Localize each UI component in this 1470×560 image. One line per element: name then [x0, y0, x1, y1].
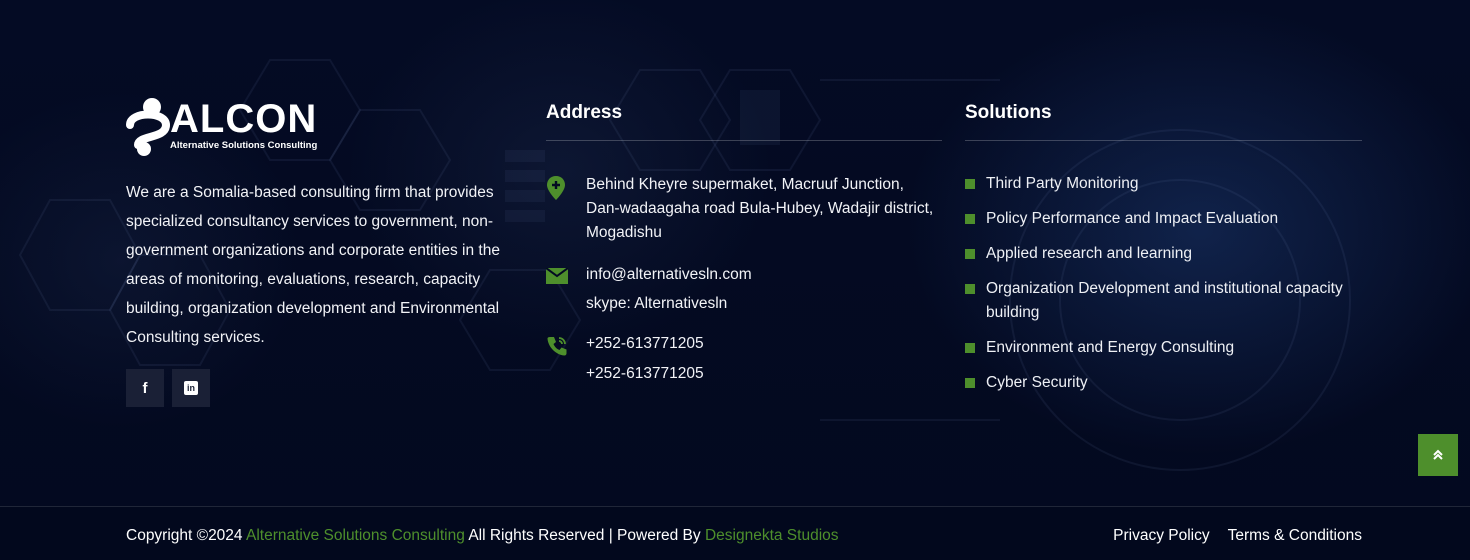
skype-id: skype: Alternativesln — [586, 295, 728, 312]
solution-link[interactable]: Environment and Energy Consulting — [986, 336, 1234, 360]
phone-link-1[interactable]: +252-613771205 — [586, 329, 704, 359]
envelope-icon — [545, 260, 586, 318]
bullet-square-icon — [965, 179, 975, 189]
bullet-square-icon — [965, 284, 975, 294]
solution-link[interactable]: Policy Performance and Impact Evaluation — [986, 207, 1278, 231]
linkedin-icon: in — [184, 381, 198, 395]
list-item: Environment and Energy Consulting — [965, 336, 1365, 360]
legal-links: Privacy Policy Terms & Conditions — [1113, 527, 1362, 545]
privacy-policy-link[interactable]: Privacy Policy — [1113, 527, 1209, 545]
facebook-button[interactable]: f — [126, 369, 164, 407]
address-heading: Address — [546, 102, 623, 123]
solutions-divider — [965, 140, 1362, 141]
rights-text: All Rights Reserved | Powered By — [468, 527, 701, 544]
list-item: Third Party Monitoring — [965, 172, 1365, 196]
logo-subtitle: Alternative Solutions Consulting — [170, 140, 318, 151]
solutions-list: Third Party Monitoring Policy Performanc… — [965, 172, 1365, 406]
terms-conditions-link[interactable]: Terms & Conditions — [1228, 527, 1362, 545]
address-email: info@alternativesln.com skype: Alternati… — [545, 260, 752, 318]
about-text: We are a Somalia-based consulting firm t… — [126, 184, 500, 346]
phone-link-2[interactable]: +252-613771205 — [586, 359, 704, 389]
footer-bottom-bar: Copyright ©2024 Alternative Solutions Co… — [0, 506, 1470, 560]
designer-link[interactable]: Designekta Studios — [705, 527, 839, 544]
bullet-square-icon — [965, 378, 975, 388]
bullet-square-icon — [965, 214, 975, 224]
copyright-prefix: Copyright ©2024 — [126, 527, 243, 544]
brand-logo[interactable]: ALCON Alternative Solutions Consulting — [126, 97, 331, 157]
linkedin-button[interactable]: in — [172, 369, 210, 407]
solution-link[interactable]: Third Party Monitoring — [986, 172, 1138, 196]
address-divider — [546, 140, 942, 141]
double-chevron-up-icon — [1433, 449, 1443, 460]
solution-link[interactable]: Organization Development and institution… — [986, 277, 1365, 325]
bullet-square-icon — [965, 249, 975, 259]
list-item: Organization Development and institution… — [965, 277, 1365, 325]
social-links: f in — [126, 369, 210, 407]
logo-wordmark: ALCON — [170, 97, 318, 141]
copyright-text: Copyright ©2024 Alternative Solutions Co… — [126, 527, 839, 545]
phone-icon — [546, 329, 586, 389]
bullet-square-icon — [965, 343, 975, 353]
map-pin-icon — [546, 173, 586, 245]
solutions-heading: Solutions — [965, 102, 1052, 123]
address-line-3: Mogadishu — [586, 224, 662, 241]
address-phone: +252-613771205 +252-613771205 — [546, 329, 704, 389]
address-line-2: Dan-wadaagaha road Bula-Hubey, Wadajir d… — [586, 200, 934, 217]
company-link[interactable]: Alternative Solutions Consulting — [246, 527, 465, 544]
solution-link[interactable]: Applied research and learning — [986, 242, 1192, 266]
logo-mark-icon — [126, 98, 170, 156]
facebook-icon: f — [142, 379, 148, 397]
address-line-1: Behind Kheyre supermaket, Macruuf Juncti… — [586, 176, 904, 193]
list-item: Applied research and learning — [965, 242, 1365, 266]
address-location: Behind Kheyre supermaket, Macruuf Juncti… — [546, 173, 933, 245]
email-link[interactable]: info@alternativesln.com — [586, 260, 752, 289]
footer-main: ALCON Alternative Solutions Consulting W… — [0, 0, 1470, 506]
scroll-to-top-button[interactable] — [1418, 434, 1458, 476]
solution-link[interactable]: Cyber Security — [986, 371, 1088, 395]
list-item: Policy Performance and Impact Evaluation — [965, 207, 1365, 231]
list-item: Cyber Security — [965, 371, 1365, 395]
